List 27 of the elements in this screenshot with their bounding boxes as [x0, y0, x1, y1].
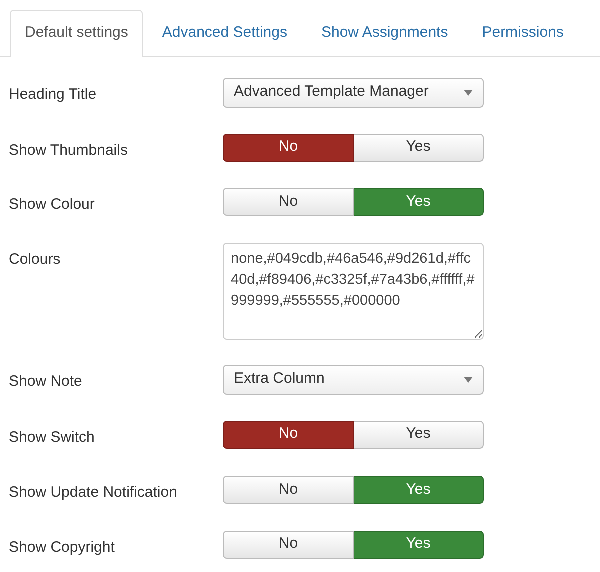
toggle-option[interactable]: Yes — [354, 188, 484, 216]
toggle-option[interactable]: No — [223, 188, 354, 216]
field-label: Show Switch — [9, 428, 96, 448]
toggle-option[interactable]: Yes — [354, 530, 484, 558]
field-label: Show Thumbnails — [9, 140, 129, 160]
toggle-option[interactable]: Yes — [354, 476, 484, 504]
toggle-option[interactable]: Yes — [354, 134, 484, 162]
toggle-option[interactable]: No — [223, 530, 354, 558]
dropdown[interactable]: Extra Column — [223, 364, 484, 394]
toggle-option[interactable]: No — [223, 420, 354, 448]
tab[interactable]: Default settings — [10, 10, 144, 56]
tab[interactable]: Permissions — [467, 10, 579, 56]
toggle-option[interactable]: No — [223, 134, 354, 162]
caret-icon — [464, 90, 473, 96]
tab[interactable]: Advanced Settings — [147, 10, 302, 56]
field-label: Show Update Notification — [9, 483, 178, 503]
field-label: Show Copyright — [9, 538, 116, 558]
toggle-option[interactable]: Yes — [354, 420, 484, 448]
toggle-option[interactable]: No — [223, 476, 354, 504]
field-label: Show Colour — [9, 195, 96, 215]
dropdown[interactable]: Advanced Template Manager — [223, 78, 484, 108]
field-label: Heading Title — [9, 84, 98, 104]
caret-icon — [464, 376, 473, 382]
field-label: Colours — [9, 250, 62, 270]
tab[interactable]: Show Assignments — [306, 10, 464, 56]
text-area[interactable]: none,#049cdb,#46a546,#9d261d,#ffc40d,#f89406,#c3325f,#7a43b6,#ffffff,#999999,#555555,#000000 — [223, 242, 484, 340]
field-label: Show Note — [9, 372, 84, 392]
